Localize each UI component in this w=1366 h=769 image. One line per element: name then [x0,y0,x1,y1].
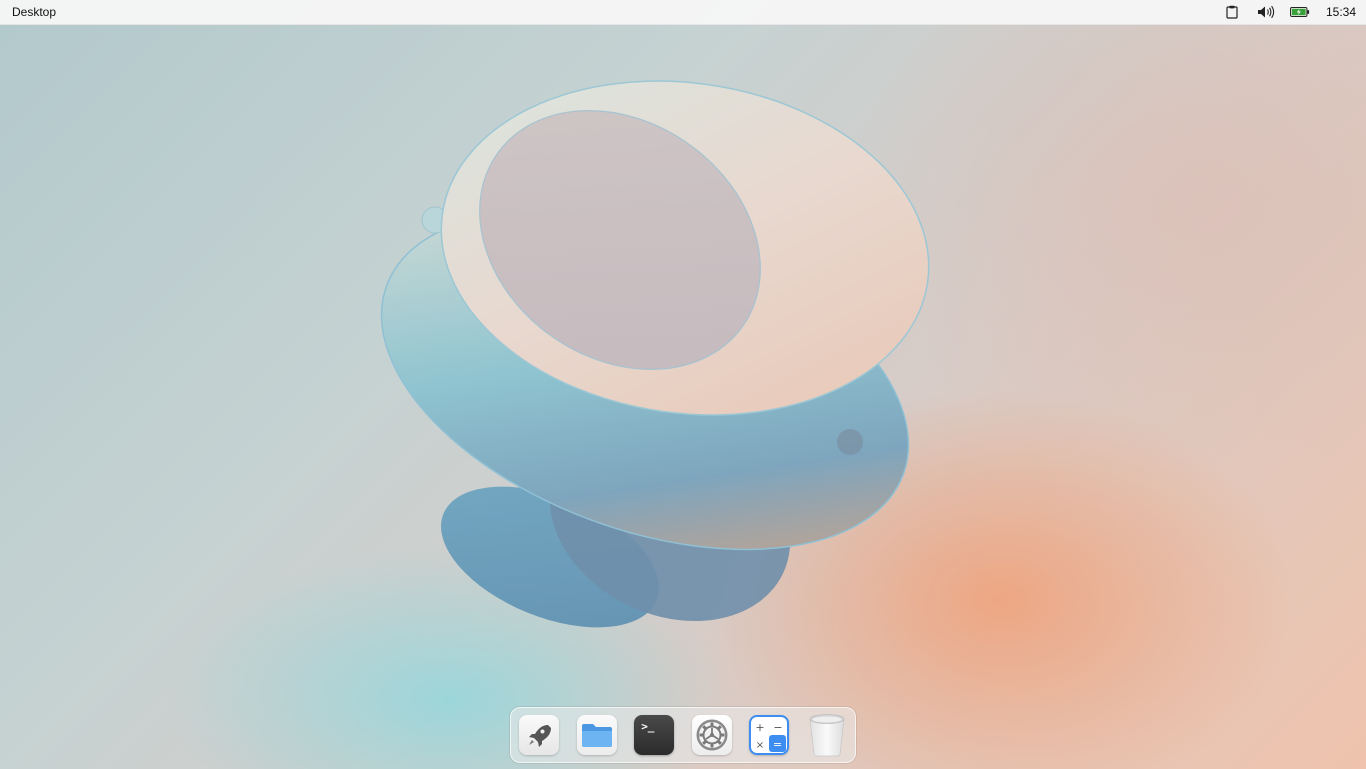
svg-text:×: × [756,740,764,751]
top-panel: Desktop 15:34 [0,0,1366,25]
svg-text:=: = [773,738,782,751]
dock-item-launcher[interactable] [519,715,559,755]
calculator-icon: + − × = [756,721,787,752]
dock: >_ + − × = [510,707,856,763]
terminal-icon: >_ [641,720,655,733]
clipboard-icon[interactable] [1222,4,1242,20]
wallpaper-art [380,80,930,628]
gear-icon [696,719,728,751]
active-window-title: Desktop [12,5,57,19]
dock-item-trash[interactable] [807,714,847,757]
dock-item-calculator[interactable]: + − × = [749,715,790,755]
folder-icon [581,724,612,747]
clock[interactable]: 15:34 [1326,5,1356,19]
system-tray: 15:34 [1222,4,1356,20]
battery-charging-icon[interactable] [1290,4,1310,20]
volume-icon[interactable] [1256,4,1276,20]
dock-item-terminal[interactable]: >_ [634,715,675,755]
trash-icon [809,714,845,757]
rocket-icon [529,725,551,747]
svg-text:−: − [774,721,783,734]
svg-text:+: + [756,721,765,734]
dock-item-settings[interactable] [691,715,732,755]
dock-item-files[interactable] [576,715,617,755]
